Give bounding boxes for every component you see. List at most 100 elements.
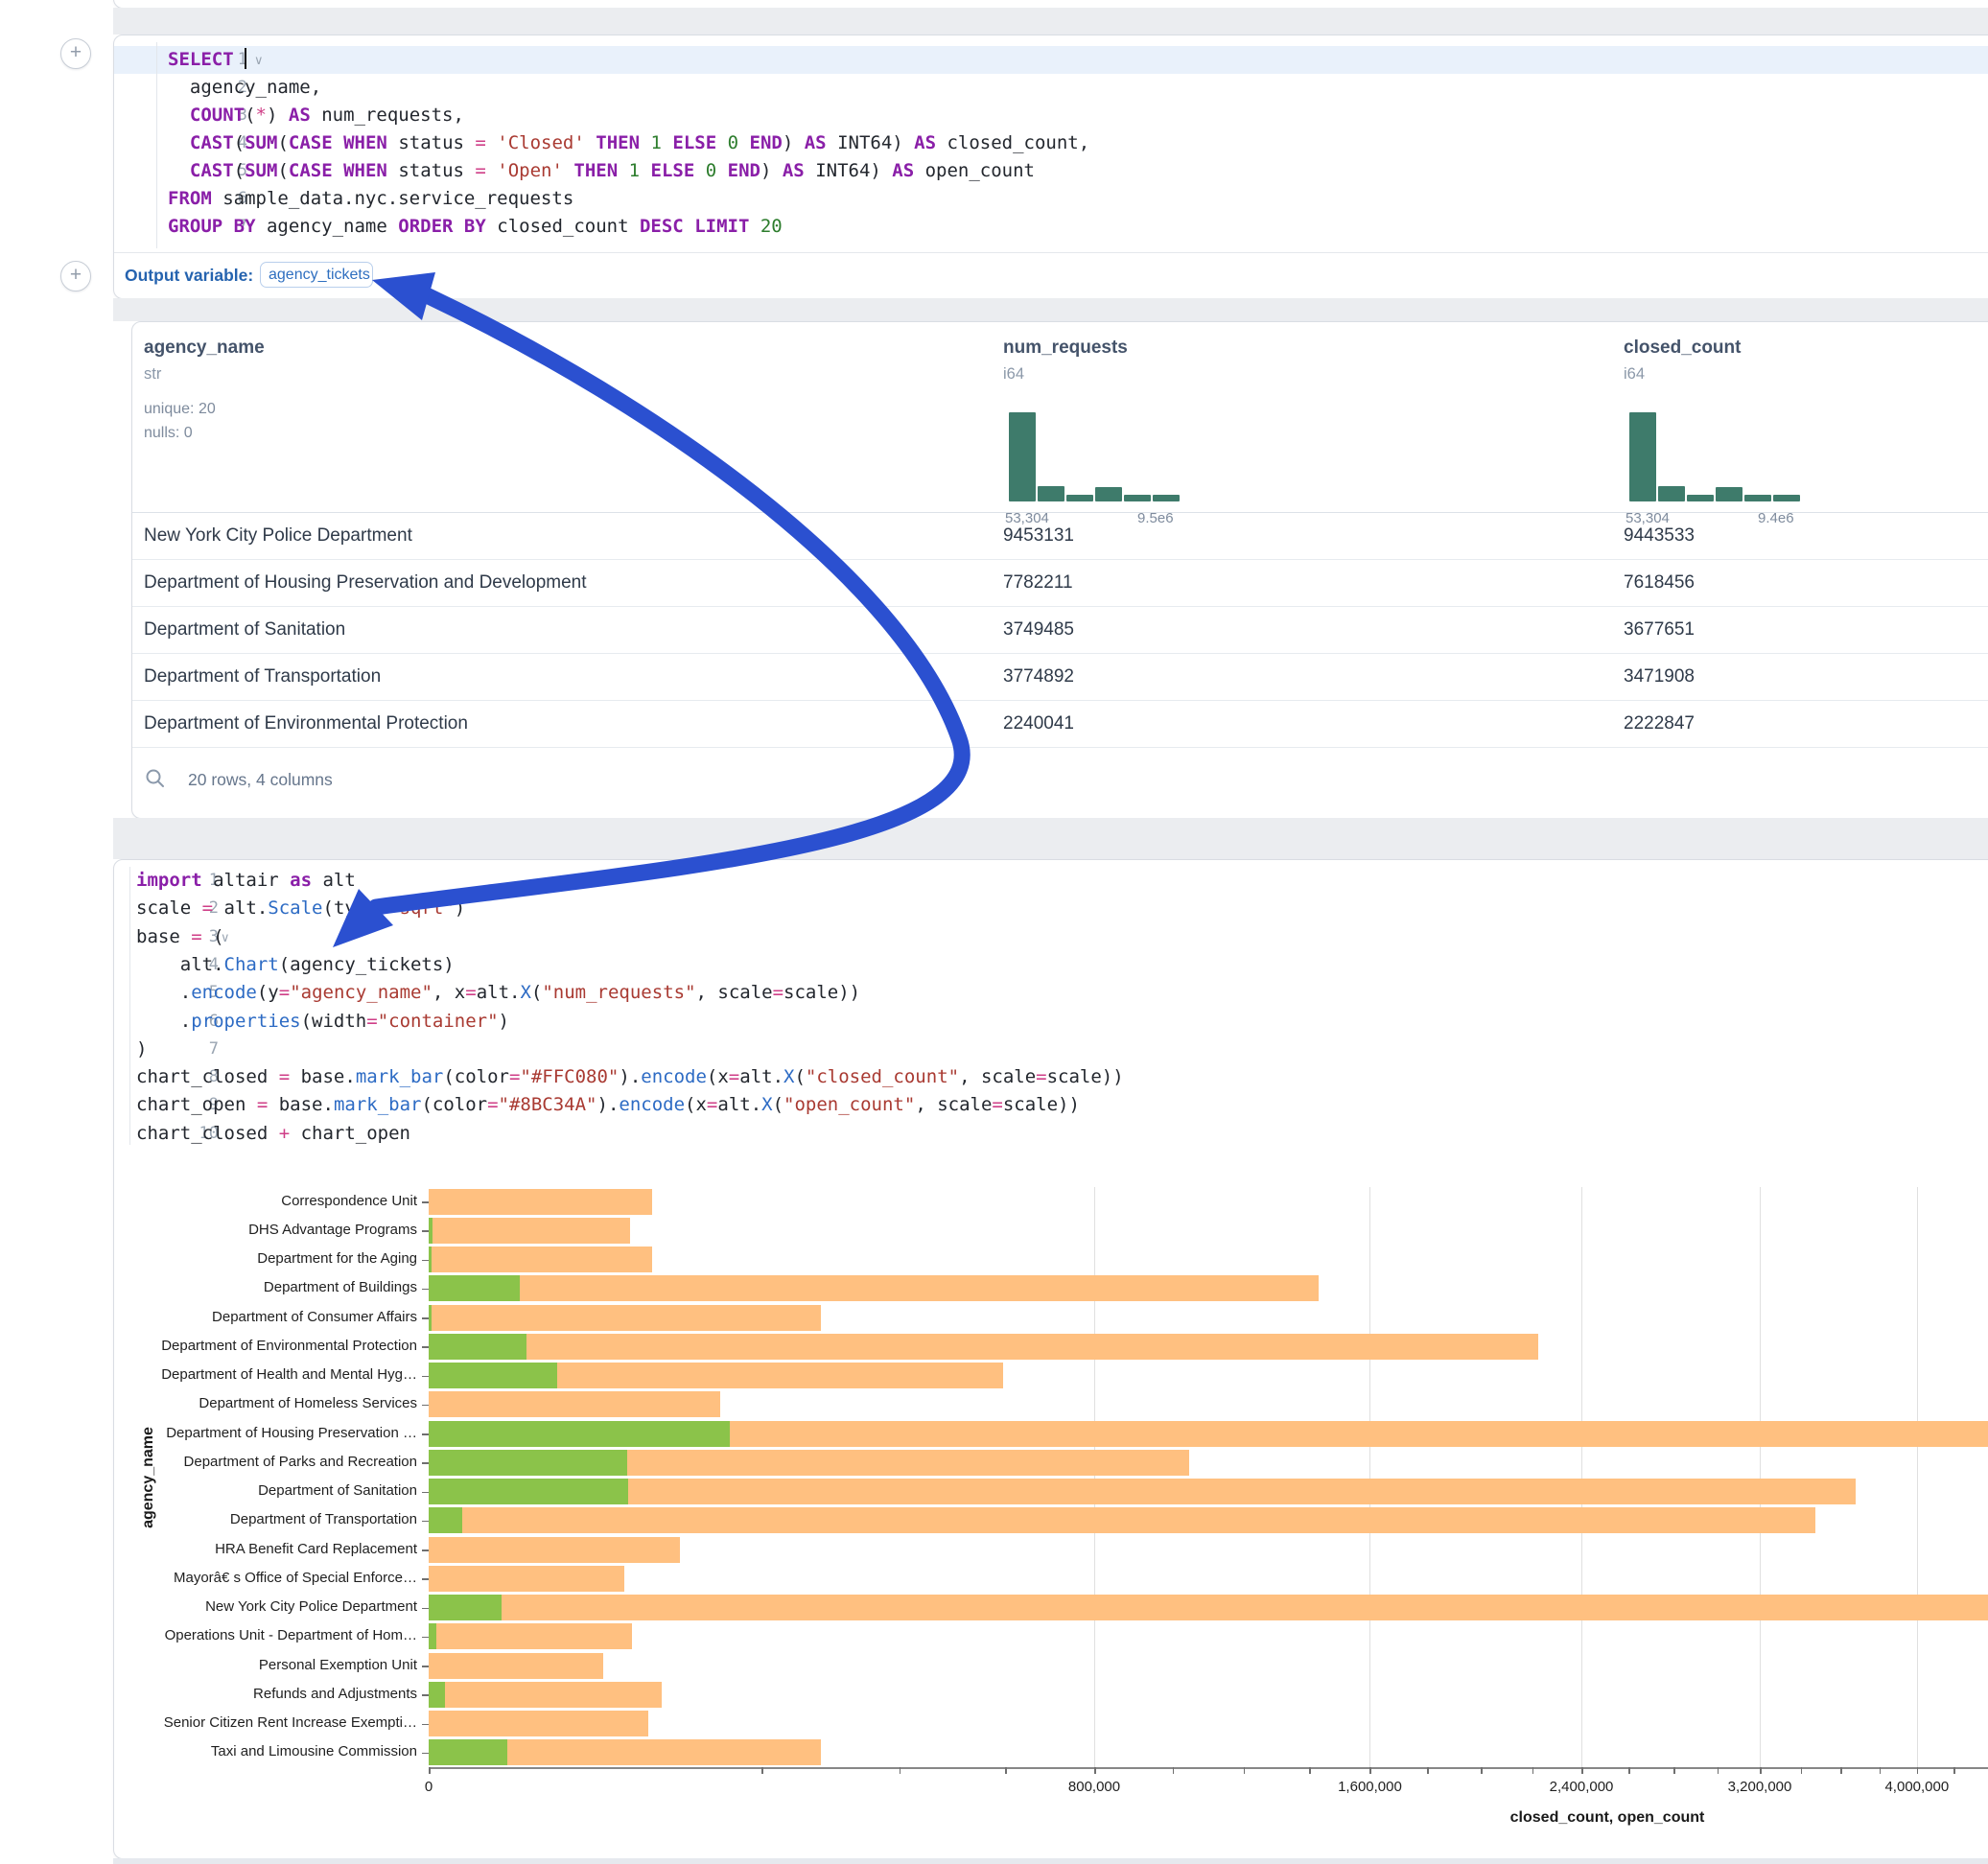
table-row[interactable]: Department of Transportation377489234719… [132,653,1988,701]
line-number: 7 [182,1036,219,1063]
y-tick [422,1201,429,1203]
y-axis-label: HRA Benefit Card Replacement [114,1541,417,1557]
search-icon[interactable] [144,767,167,790]
code-line[interactable]: .encode(y="agency_name", x=alt.X("num_re… [136,979,860,1007]
y-axis-label: Department of Housing Preservation … [114,1425,417,1441]
x-tick [1532,1767,1534,1774]
table-row[interactable]: New York City Police Department945313194… [132,512,1988,560]
code-line[interactable]: chart_closed = base.mark_bar(color="#FFC… [136,1063,1124,1091]
cell-num-requests: 7782211 [1003,559,1073,606]
y-axis-title: agency_name [140,1427,157,1528]
bar-closed-count [429,1653,603,1679]
cell-gap [113,1858,1988,1864]
code-line[interactable]: SELECT [168,46,246,74]
bar-closed-count [429,1507,1815,1533]
output-variable-label: Output variable: [125,266,253,286]
y-tick [422,1724,429,1726]
table-row[interactable]: Department of Sanitation37494853677651 [132,606,1988,654]
bar-open-count [429,1623,436,1649]
y-tick [422,1462,429,1464]
histogram-bar [1009,412,1036,501]
bar-open-count [429,1334,526,1360]
bar-closed-count [429,1247,652,1272]
sql-editor[interactable]: 1∨SELECT 2 agency_name,3 COUNT(*) AS num… [113,35,1988,252]
y-axis-label: Department of Health and Mental Hyg… [114,1366,417,1383]
cell-num-requests: 2240041 [1003,700,1074,747]
code-line[interactable]: COUNT(*) AS num_requests, [168,102,464,129]
y-tick [422,1376,429,1378]
x-tick [1173,1767,1175,1774]
histogram-num-requests [1009,412,1180,501]
bar-open-count [429,1218,433,1244]
column-header-num-requests[interactable]: num_requests [1003,338,1128,359]
histogram-bar [1095,487,1122,501]
code-line[interactable]: scale = alt.Scale(type="sqrt") [136,895,465,922]
bar-open-count [429,1421,730,1447]
bar-closed-count [429,1334,1538,1360]
cell-num-requests: 3749485 [1003,606,1074,653]
bar-open-count [429,1739,507,1765]
bar-open-count [429,1507,462,1533]
add-cell-button[interactable]: + [60,38,91,69]
histogram-bar [1629,412,1656,501]
histogram-bar [1744,495,1771,501]
bar-closed-count [429,1682,662,1708]
histogram-bar [1153,495,1180,501]
y-axis-label: Taxi and Limousine Commission [114,1743,417,1759]
column-header-closed-count[interactable]: closed_count [1624,338,1741,359]
code-line[interactable]: .properties(width="container") [136,1008,509,1036]
x-tick [1953,1767,1955,1774]
y-tick [422,1289,429,1291]
cell-gap [113,818,1988,859]
bar-closed-count [429,1479,1856,1504]
output-variable-pill[interactable]: agency_tickets [260,262,373,288]
column-header-agency-name[interactable]: agency_name [144,338,265,359]
cell-agency-name: Department of Transportation [144,653,381,700]
code-line[interactable]: GROUP BY agency_name ORDER BY closed_cou… [168,213,783,241]
x-tick [1840,1767,1842,1774]
text-cursor [245,48,246,69]
histogram-bar [1716,487,1742,501]
bar-closed-count [429,1566,624,1592]
bar-closed-count [429,1275,1319,1301]
code-line[interactable]: FROM sample_data.nyc.service_requests [168,185,573,213]
x-axis-label: 2,400,000 [1550,1779,1614,1795]
y-axis-label: Department for the Aging [114,1250,417,1267]
table-row[interactable]: Department of Housing Preservation and D… [132,559,1988,607]
column-type: i64 [1003,365,1024,384]
code-line[interactable]: CAST(SUM(CASE WHEN status = 'Closed' THE… [168,129,1089,157]
column-stat-unique: unique: 20 [144,401,216,418]
bar-open-count [429,1275,520,1301]
code-line[interactable]: import altair as alt [136,867,356,895]
y-axis-label: Department of Homeless Services [114,1395,417,1411]
code-line[interactable]: chart_closed + chart_open [136,1120,410,1148]
column-type: str [144,365,161,384]
fold-chevron-icon[interactable]: ∨ [254,46,264,74]
code-line[interactable]: ) [136,1036,147,1063]
bar-closed-count [429,1305,821,1331]
x-axis-label: 800,000 [1068,1779,1120,1795]
x-tick [761,1767,763,1774]
x-axis-line [429,1767,1988,1769]
table-row[interactable]: Department of Environmental Protection 22… [132,700,1988,748]
code-line[interactable]: base = ( [136,923,224,951]
y-tick [422,1666,429,1667]
y-tick [422,1753,429,1755]
code-line[interactable]: CAST(SUM(CASE WHEN status = 'Open' THEN … [168,157,1035,185]
x-tick [1369,1767,1371,1774]
column-type: i64 [1624,365,1645,384]
y-axis-label: Personal Exemption Unit [114,1657,417,1673]
histogram-bar [1773,495,1800,501]
y-axis-label: Operations Unit - Department of Hom… [114,1627,417,1643]
y-tick [422,1433,429,1435]
code-line[interactable]: alt.Chart(agency_tickets) [136,951,455,979]
bar-open-count [429,1479,628,1504]
y-axis-label: Department of Buildings [114,1279,417,1295]
y-tick [422,1317,429,1319]
code-line[interactable]: agency_name, [168,74,321,102]
code-line[interactable]: chart_open = base.mark_bar(color="#8BC34… [136,1091,1080,1119]
python-editor[interactable]: 1import altair as alt2scale = alt.Scale(… [113,859,1988,1156]
table-row-count: 20 rows, 4 columns [188,770,333,790]
cell-agency-name: Department of Environmental Protection [144,700,468,747]
add-cell-button[interactable]: + [60,261,91,291]
